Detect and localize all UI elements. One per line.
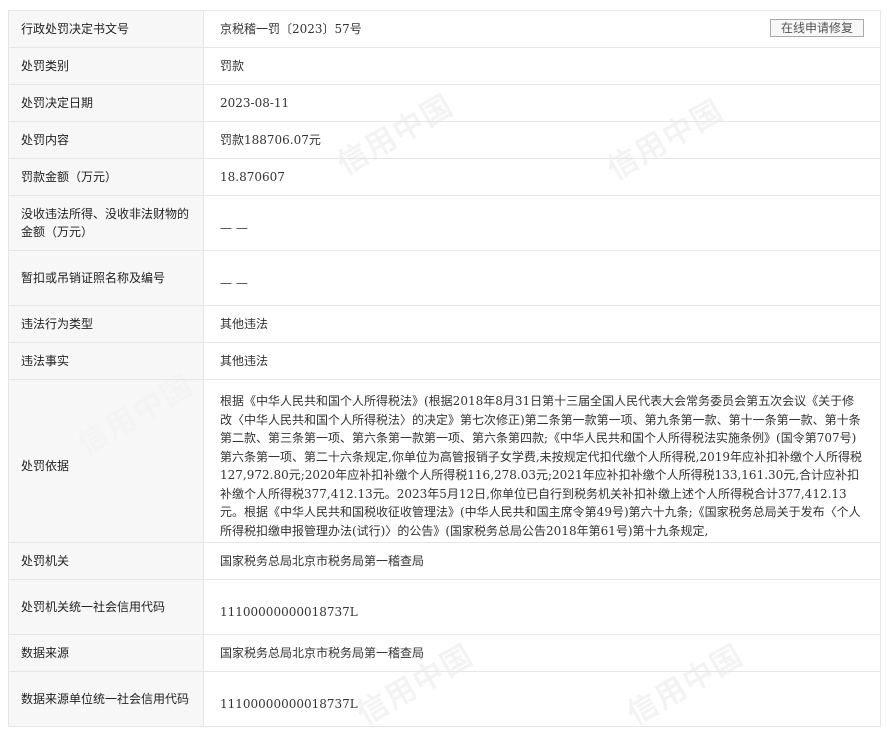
label-decision-date: 处罚决定日期	[8, 84, 204, 122]
value-data-source: 国家税务总局北京市税务局第一稽查局	[203, 634, 881, 672]
row-penalty-authority: 处罚机关 国家税务总局北京市税务局第一稽查局	[8, 542, 881, 580]
label-penalty-authority: 处罚机关	[8, 542, 204, 580]
label-violation-facts: 违法事实	[8, 342, 204, 380]
value-violation-facts: 其他违法	[203, 342, 881, 380]
value-decision-number: 京税稽一罚〔2023〕57号	[220, 21, 362, 36]
row-fine-amount: 罚款金额（万元） 18.870607	[8, 158, 881, 196]
label-penalty-category: 处罚类别	[8, 47, 204, 85]
row-source-credit-code: 数据来源单位统一社会信用代码 11100000000018737L	[8, 671, 881, 727]
row-confiscation-amount: 没收违法所得、没收非法财物的金额（万元） — —	[8, 195, 881, 251]
row-decision-number: 行政处罚决定书文号 京税稽一罚〔2023〕57号 在线申请修复	[8, 10, 881, 48]
label-data-source: 数据来源	[8, 634, 204, 672]
value-license-revocation: — —	[203, 250, 881, 306]
online-repair-button[interactable]: 在线申请修复	[769, 19, 864, 37]
row-violation-facts: 违法事实 其他违法	[8, 342, 881, 380]
label-decision-number: 行政处罚决定书文号	[8, 10, 204, 48]
label-penalty-content: 处罚内容	[8, 121, 204, 159]
value-penalty-content: 罚款188706.07元	[203, 121, 881, 159]
value-decision-date: 2023-08-11	[203, 84, 881, 122]
label-violation-type: 违法行为类型	[8, 305, 204, 343]
row-penalty-basis: 处罚依据 根据《中华人民共和国个人所得税法》(根据2018年8月31日第十三届全…	[8, 379, 881, 543]
row-decision-date: 处罚决定日期 2023-08-11	[8, 84, 881, 122]
value-cell: 京税稽一罚〔2023〕57号 在线申请修复	[203, 10, 881, 48]
row-penalty-content: 处罚内容 罚款188706.07元	[8, 121, 881, 159]
value-authority-credit-code: 11100000000018737L	[203, 579, 881, 635]
value-source-credit-code: 11100000000018737L	[203, 671, 881, 727]
value-penalty-authority: 国家税务总局北京市税务局第一稽查局	[203, 542, 881, 580]
value-confiscation-amount: — —	[203, 195, 881, 251]
label-penalty-basis: 处罚依据	[8, 379, 204, 543]
value-penalty-category: 罚款	[203, 47, 881, 85]
row-penalty-category: 处罚类别 罚款	[8, 47, 881, 85]
label-license-revocation: 暂扣或吊销证照名称及编号	[8, 250, 204, 306]
label-confiscation-amount: 没收违法所得、没收非法财物的金额（万元）	[8, 195, 204, 251]
value-violation-type: 其他违法	[203, 305, 881, 343]
row-violation-type: 违法行为类型 其他违法	[8, 305, 881, 343]
row-license-revocation: 暂扣或吊销证照名称及编号 — —	[8, 250, 881, 306]
label-authority-credit-code: 处罚机关统一社会信用代码	[8, 579, 204, 635]
value-fine-amount: 18.870607	[203, 158, 881, 196]
label-fine-amount: 罚款金额（万元）	[8, 158, 204, 196]
label-source-credit-code: 数据来源单位统一社会信用代码	[8, 671, 204, 727]
value-penalty-basis: 根据《中华人民共和国个人所得税法》(根据2018年8月31日第十三届全国人民代表…	[203, 379, 881, 543]
penalty-info-table: 行政处罚决定书文号 京税稽一罚〔2023〕57号 在线申请修复 处罚类别 罚款 …	[8, 10, 881, 727]
row-authority-credit-code: 处罚机关统一社会信用代码 11100000000018737L	[8, 579, 881, 635]
row-data-source: 数据来源 国家税务总局北京市税务局第一稽查局	[8, 634, 881, 672]
